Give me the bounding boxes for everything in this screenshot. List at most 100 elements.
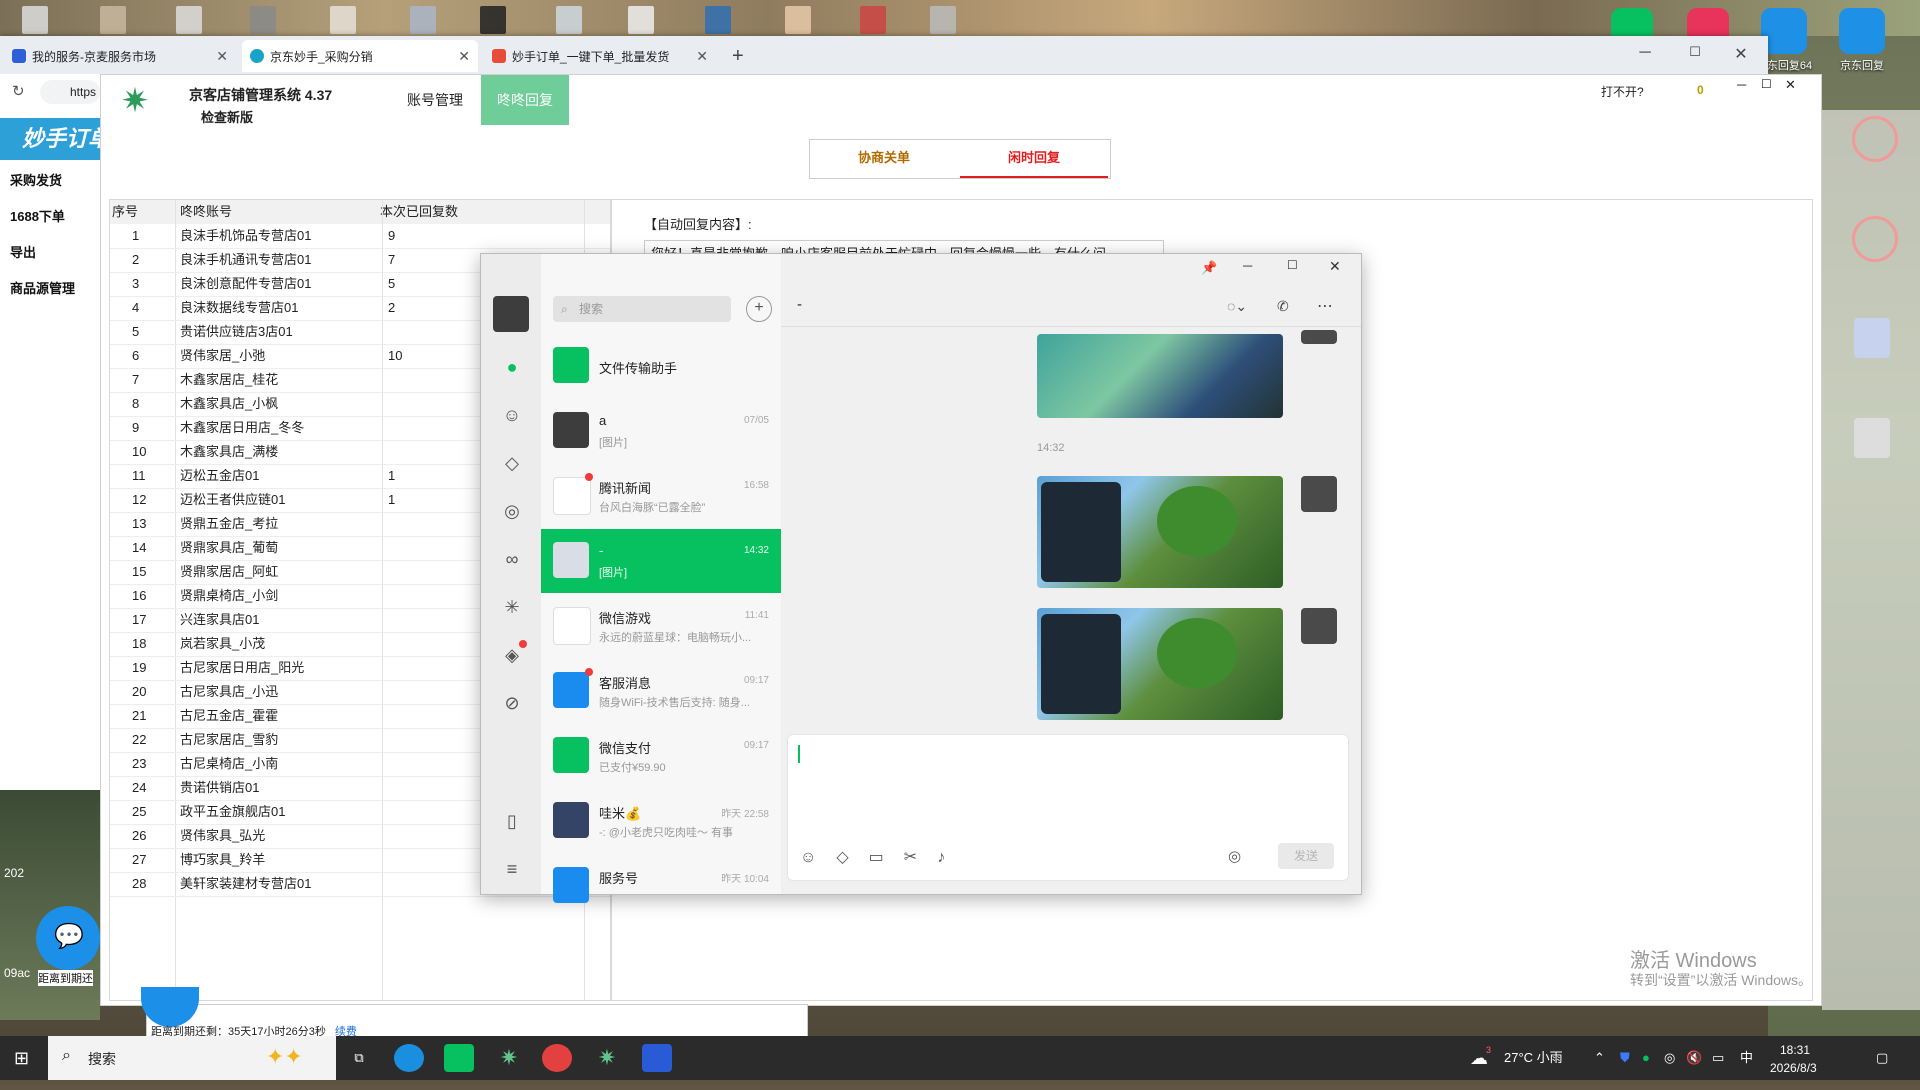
sidebar-item-source[interactable]: 商品源管理	[10, 278, 75, 297]
windows-start-icon[interactable]: ⊞	[14, 1048, 34, 1068]
network-icon[interactable]: ▭	[1712, 1036, 1724, 1080]
favorites-icon[interactable]: ◇	[501, 452, 523, 474]
image-message[interactable]	[1037, 334, 1283, 418]
close-tab-icon[interactable]: ✕	[216, 48, 228, 65]
table-row[interactable]: 1 良沫手机饰品专营店01 9	[110, 224, 610, 249]
conversation-item[interactable]: 客服消息 随身WiFi-技术售后支持: 随身... 09:17	[541, 659, 781, 723]
more-icon[interactable]: ⋯	[1317, 296, 1333, 316]
edge-icon[interactable]	[394, 1044, 424, 1072]
app-icon[interactable]	[1852, 216, 1898, 262]
chat-float-button[interactable]: 💬	[36, 906, 100, 970]
sidebar-item-1688[interactable]: 1688下单	[10, 206, 65, 225]
call-icon[interactable]: ✆	[1277, 298, 1289, 315]
desktop-thumb[interactable]	[930, 6, 956, 34]
menu-icon[interactable]: ≡	[501, 858, 523, 880]
nav-account-management[interactable]: 账号管理	[391, 75, 479, 125]
desktop-thumb[interactable]	[330, 6, 356, 34]
jd-manager-taskbar-icon[interactable]: ✷	[592, 1044, 622, 1072]
minimize-icon[interactable]: ─	[1243, 258, 1252, 273]
taskbar-search[interactable]: ⌕ 搜索 ✦✦	[48, 1036, 336, 1080]
address-bar[interactable]: ↻ https	[0, 74, 100, 110]
desktop-thumb[interactable]	[100, 6, 126, 34]
send-button[interactable]: 发送	[1278, 843, 1334, 869]
miaoshou-taskbar-icon[interactable]	[642, 1044, 672, 1072]
minimize-icon[interactable]: ─	[1737, 77, 1746, 92]
desktop-thumb[interactable]	[176, 6, 202, 34]
conversation-item[interactable]: 文件传输助手	[541, 334, 781, 398]
close-tab-icon[interactable]: ✕	[696, 48, 708, 65]
moments-icon[interactable]: ◎	[501, 500, 523, 522]
reload-icon[interactable]: ↻	[12, 82, 25, 100]
conversation-item[interactable]: a [图片] 07/05	[541, 399, 781, 463]
wechat-tray-icon[interactable]: ●	[1642, 1036, 1650, 1080]
sync-icon[interactable]: ◎	[1664, 1036, 1675, 1080]
tab-miaoshou-orders[interactable]: 妙手订单_一键下单_批量发货 ✕	[484, 40, 716, 72]
desktop-thumb[interactable]	[860, 6, 886, 34]
chat-icon[interactable]: ●	[501, 356, 523, 378]
phone-icon[interactable]: ▯	[501, 810, 523, 832]
app-taskbar-icon[interactable]	[542, 1044, 572, 1072]
tab-service-market[interactable]: 我的服务-京麦服务市场 ✕	[4, 40, 236, 72]
new-tab-button[interactable]: +	[724, 40, 756, 72]
cant-open-link[interactable]: 打不开?	[1601, 83, 1644, 100]
tab-negotiate-close[interactable]: 协商关单	[810, 140, 958, 178]
desktop-thumb[interactable]	[785, 6, 811, 34]
conversation-item[interactable]: 服务号 昨天 10:04	[541, 854, 781, 918]
moments-link-icon[interactable]: ⊘	[501, 692, 523, 714]
url-field[interactable]: https	[40, 80, 100, 104]
desktop-icon-jd-reply[interactable]: 京东回复	[1826, 8, 1898, 73]
voice-icon[interactable]: ♪	[937, 849, 965, 866]
image-message[interactable]	[1037, 608, 1283, 720]
close-icon[interactable]: ✕	[1785, 77, 1796, 93]
avatar[interactable]	[1301, 330, 1337, 344]
tab-jd-miaoshou[interactable]: 京东妙手_采购分销 ✕	[242, 40, 478, 72]
ime-indicator[interactable]: 中	[1740, 1036, 1753, 1080]
clock-date[interactable]: 2026/8/3	[1770, 1046, 1817, 1090]
nav-dongdong-reply[interactable]: 咚咚回复	[481, 75, 569, 125]
check-update-link[interactable]: 检查新版	[201, 107, 253, 126]
weather-text[interactable]: 27°C 小雨	[1504, 1036, 1563, 1080]
volume-muted-icon[interactable]: 🔇	[1686, 1036, 1702, 1080]
pin-icon[interactable]: 📌	[1201, 260, 1217, 276]
jd-manager-taskbar-icon[interactable]: ✷	[494, 1044, 524, 1072]
avatar[interactable]	[493, 296, 529, 332]
mini-programs-icon[interactable]: ◈	[501, 644, 523, 666]
maximize-icon[interactable]: ☐	[1761, 77, 1772, 91]
sidebar-item-purchase[interactable]: 采购发货	[10, 170, 62, 189]
close-icon[interactable]: ✕	[1726, 44, 1756, 64]
notifications-icon[interactable]: ▢	[1876, 1036, 1888, 1080]
search-input[interactable]: ⌕ 搜索	[553, 296, 731, 322]
image-message[interactable]	[1037, 476, 1283, 588]
emoji-icon[interactable]: ☺	[800, 849, 836, 866]
chat-mode-icon[interactable]: ◌⌄	[1227, 298, 1247, 315]
screenshot-icon[interactable]: ✂	[904, 849, 937, 866]
app-icon[interactable]	[1854, 318, 1890, 358]
avatar[interactable]	[1301, 476, 1337, 512]
close-tab-icon[interactable]: ✕	[458, 48, 470, 65]
conversation-item[interactable]: 微信游戏 永远的蔚蓝星球：电脑畅玩小... 11:41	[541, 594, 781, 658]
maximize-icon[interactable]: ☐	[1287, 258, 1298, 272]
task-view-icon[interactable]: ⧉	[344, 1044, 374, 1072]
channels-icon[interactable]: ∞	[501, 548, 523, 570]
app-icon[interactable]	[1852, 116, 1898, 162]
maximize-icon[interactable]: ☐	[1680, 44, 1710, 60]
contacts-icon[interactable]: ☺	[501, 404, 523, 426]
desktop-thumb[interactable]	[410, 6, 436, 34]
add-icon[interactable]: +	[746, 296, 772, 322]
wechat-taskbar-icon[interactable]	[444, 1044, 474, 1072]
folder-icon[interactable]: ▭	[869, 849, 904, 866]
conversation-item[interactable]: - [图片] 14:32	[541, 529, 781, 593]
conversation-item[interactable]: 腾讯新闻 台风白海豚“已露全脸” 16:58	[541, 464, 781, 528]
app-icon[interactable]	[1854, 418, 1890, 458]
security-icon[interactable]: ⛊	[1620, 1036, 1630, 1080]
message-input[interactable]: ☺◇▭✂♪ ◎ 发送	[787, 734, 1349, 881]
search-feature-icon[interactable]: ✳	[501, 596, 523, 618]
desktop-thumb[interactable]	[705, 6, 731, 34]
favorites-icon[interactable]: ◇	[836, 849, 868, 866]
desktop-thumb[interactable]	[556, 6, 582, 34]
conversation-item[interactable]: 哇米💰 -: @小老虎只吃肉哇～ 有事 昨天 22:58	[541, 789, 781, 853]
desktop-thumb[interactable]	[22, 6, 48, 34]
voice-input-icon[interactable]: ◎	[1228, 847, 1241, 865]
desktop-thumb[interactable]	[250, 6, 276, 34]
sidebar-item-export[interactable]: 导出	[10, 242, 36, 261]
